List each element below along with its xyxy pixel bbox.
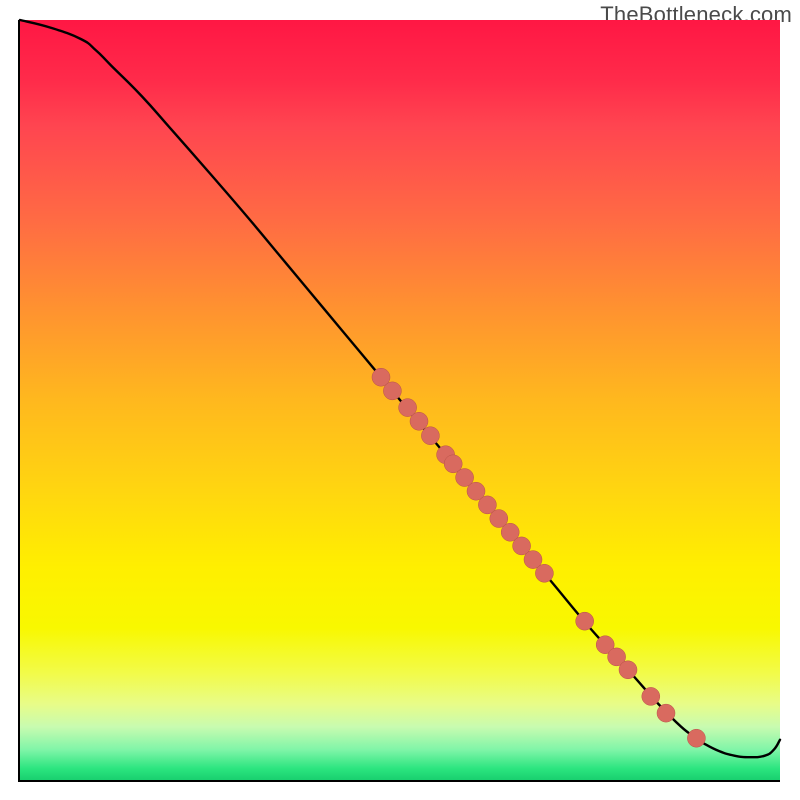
data-markers xyxy=(372,368,705,747)
data-marker xyxy=(657,704,675,722)
chart-svg xyxy=(20,20,780,780)
data-marker xyxy=(619,661,637,679)
y-axis xyxy=(18,20,20,782)
data-marker xyxy=(535,564,553,582)
data-marker xyxy=(421,427,439,445)
x-axis xyxy=(20,780,780,782)
chart-container: TheBottleneck.com xyxy=(0,0,800,800)
data-marker xyxy=(687,729,705,747)
data-marker xyxy=(642,687,660,705)
data-marker xyxy=(383,382,401,400)
plot-area xyxy=(20,20,780,780)
data-marker xyxy=(410,412,428,430)
data-marker xyxy=(576,612,594,630)
